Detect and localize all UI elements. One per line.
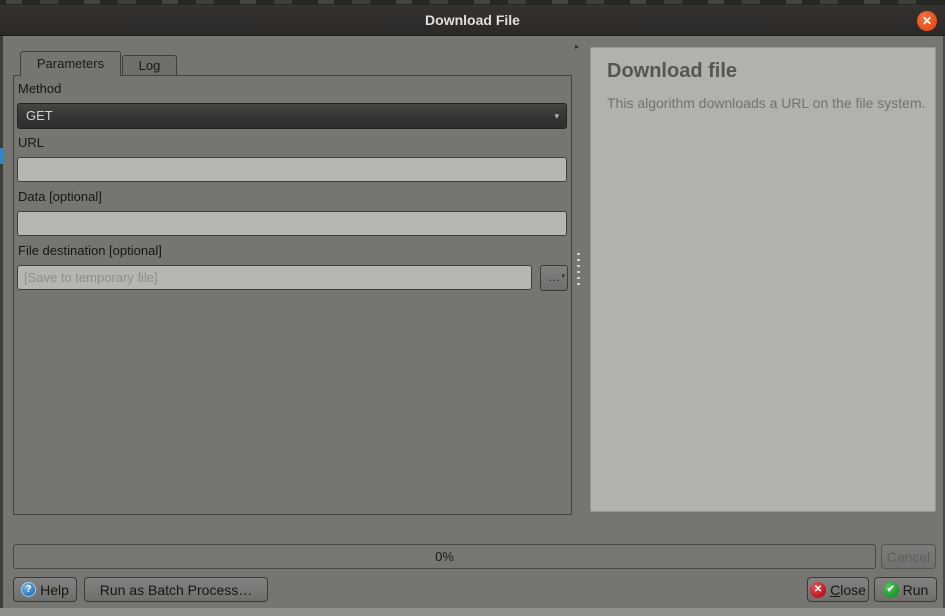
data-input[interactable] [17, 211, 567, 236]
window-close-icon: ✕ [922, 14, 932, 28]
window-close-button[interactable]: ✕ [917, 11, 937, 31]
progress-bar: 0% [13, 544, 876, 569]
ellipsis-icon: … [548, 270, 560, 284]
close-icon: ✕ [810, 582, 826, 598]
cancel-button[interactable]: Cancel [881, 544, 936, 569]
run-as-batch-button[interactable]: Run as Batch Process… [84, 577, 268, 602]
run-button[interactable]: ✔ Run [874, 577, 937, 602]
close-button[interactable]: ✕ Close [807, 577, 869, 602]
tab-log[interactable]: Log [122, 55, 177, 76]
algorithm-description: This algorithm downloads a URL on the fi… [607, 95, 927, 113]
chevron-down-icon: ▾ [554, 104, 559, 128]
run-check-icon: ✔ [883, 582, 899, 598]
file-destination-browse-button[interactable]: … ▾ [540, 265, 568, 291]
splitter-handle[interactable] [577, 253, 580, 285]
file-destination-label: File destination [optional] [18, 243, 162, 258]
help-button-label: Help [40, 582, 69, 598]
titlebar[interactable]: Download File ✕ [0, 5, 945, 36]
download-file-dialog: Download File ✕ Parameters Log Method GE… [0, 0, 945, 616]
browse-dropdown-arrow-icon: ▾ [561, 266, 565, 288]
parameters-panel [13, 75, 572, 515]
url-input[interactable] [17, 157, 567, 182]
url-label: URL [18, 135, 44, 150]
run-button-label: Run [903, 582, 929, 598]
background-window-left-edge [0, 7, 3, 608]
algorithm-title: Download file [607, 60, 919, 83]
algorithm-help-panel: Download file This algorithm downloads a… [590, 47, 936, 512]
background-selection-sliver [0, 148, 3, 164]
window-title: Download File [425, 12, 520, 28]
tab-parameters[interactable]: Parameters [20, 51, 121, 76]
progress-percent: 0% [14, 545, 875, 568]
help-icon: ? [21, 582, 36, 597]
method-selected-value: GET [26, 108, 53, 123]
background-menu-text-ghost [6, 0, 939, 4]
splitter-collapse-icon[interactable]: ▸ [575, 42, 579, 51]
background-window-toolbar-strip [0, 608, 945, 616]
data-label: Data [optional] [18, 189, 102, 204]
close-button-label: Close [830, 582, 866, 598]
file-destination-input[interactable] [17, 265, 532, 290]
help-button[interactable]: ? Help [13, 577, 77, 602]
method-select[interactable]: GET ▾ [17, 103, 567, 129]
method-label: Method [18, 81, 61, 96]
